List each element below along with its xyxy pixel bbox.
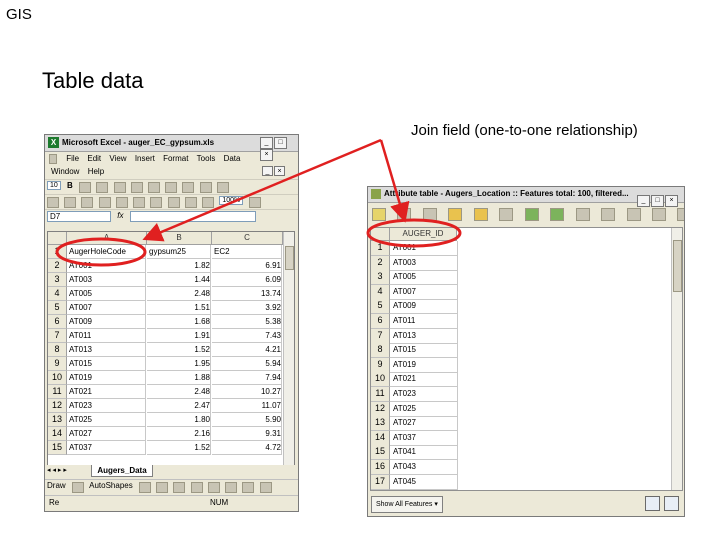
arrow-to-attribute-column [379, 139, 410, 223]
arrow-to-excel-column [142, 138, 382, 242]
annotation-overlay [55, 138, 462, 267]
attribute-header-highlight [366, 218, 462, 248]
excel-header-highlight [55, 237, 147, 267]
